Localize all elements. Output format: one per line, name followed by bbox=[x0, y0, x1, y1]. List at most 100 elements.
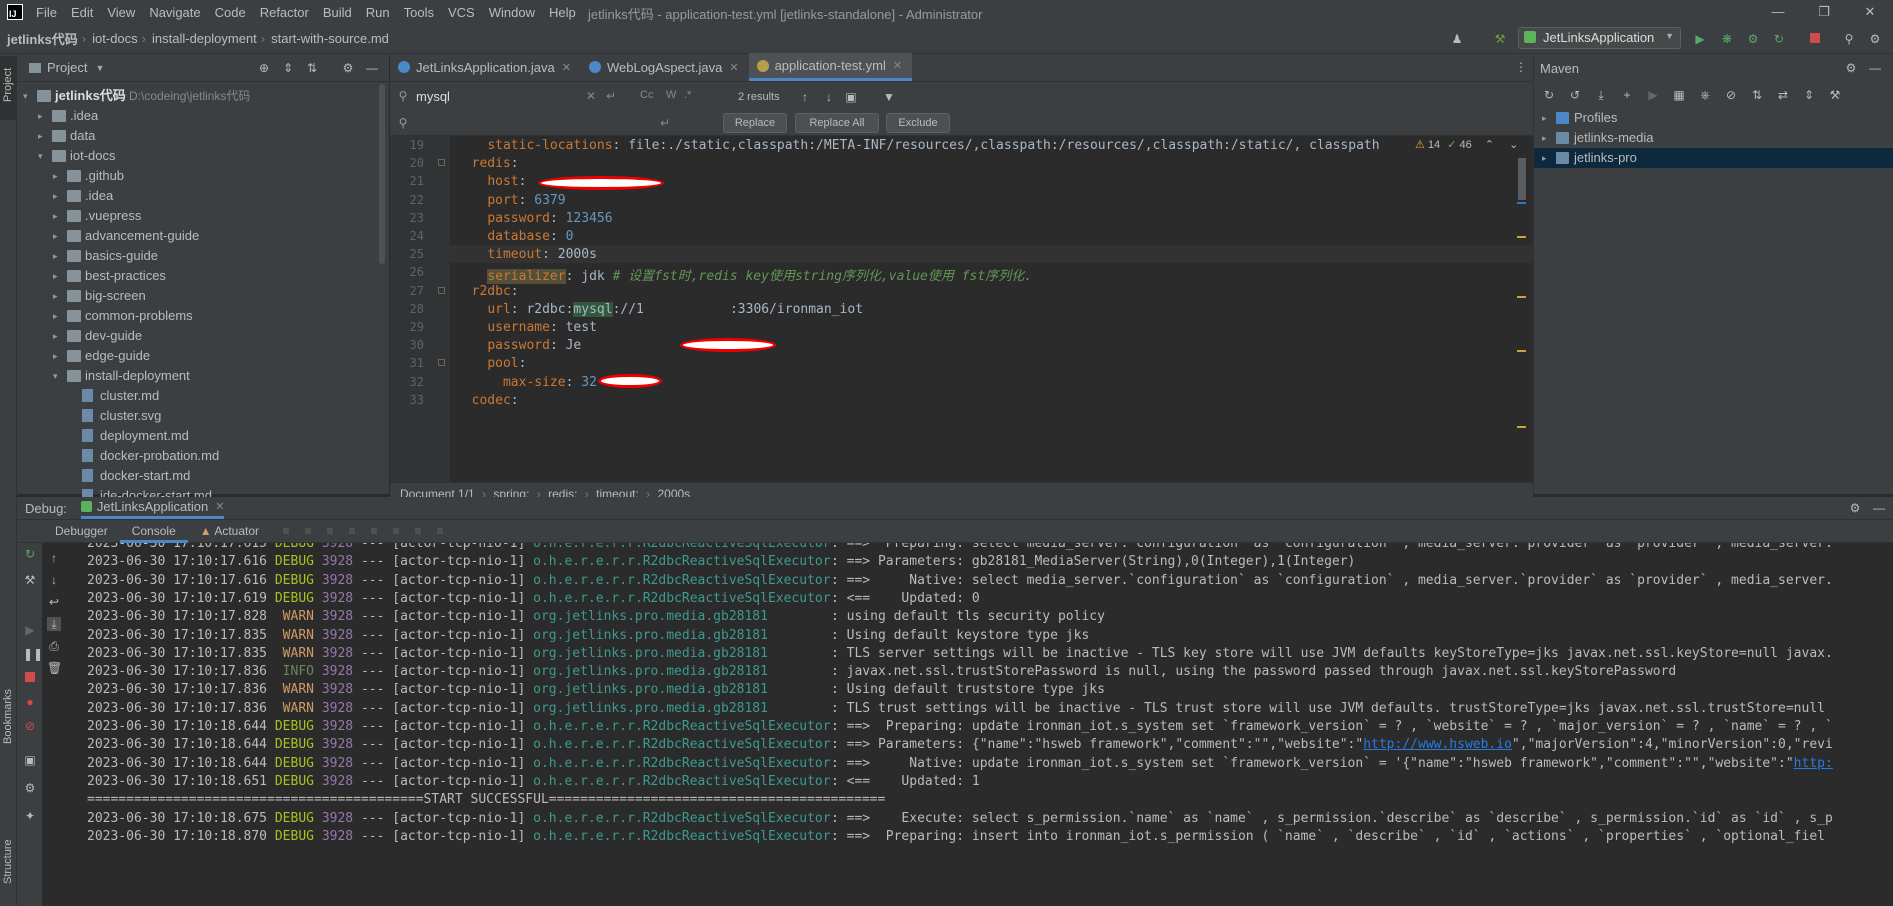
log-link[interactable]: http://www.hsweb.io bbox=[1363, 737, 1512, 752]
run-to-cursor-icon[interactable]: ≡ bbox=[389, 524, 403, 538]
log-logger[interactable]: o.h.e.r.e.r.r.R2dbcReactiveSqlExecutor bbox=[533, 809, 830, 829]
previous-occurrence-icon[interactable]: ↑ bbox=[798, 90, 812, 104]
words-toggle[interactable]: W bbox=[666, 89, 676, 101]
print-icon[interactable]: ⎙ bbox=[47, 639, 61, 653]
tree-item[interactable]: ▸ common-problems bbox=[17, 306, 389, 326]
execute-goal-icon[interactable]: ▦ bbox=[1672, 88, 1686, 102]
clear-search-icon[interactable]: ✕ bbox=[584, 89, 598, 103]
tree-item[interactable]: ▸ .idea bbox=[17, 106, 389, 126]
search-icon[interactable]: ⚲ bbox=[1842, 32, 1856, 46]
pin-icon[interactable]: ✦ bbox=[23, 809, 37, 823]
log-logger[interactable]: o.h.e.r.e.r.r.R2dbcReactiveSqlExecutor bbox=[533, 772, 830, 792]
menu-item-code[interactable]: Code bbox=[215, 5, 246, 20]
table-icon[interactable]: ≡ bbox=[433, 524, 447, 538]
chevron-right-icon[interactable]: ▸ bbox=[38, 106, 48, 126]
step-out-icon[interactable]: ≡ bbox=[367, 524, 381, 538]
fold-icon[interactable] bbox=[438, 286, 445, 294]
log-link[interactable]: http: bbox=[1794, 756, 1833, 771]
editor-tab[interactable]: WebLogAspect.java ✕ bbox=[581, 53, 749, 81]
maven-item[interactable]: ▸ Profiles bbox=[1534, 108, 1893, 128]
breadcrumb-item[interactable]: iot-docs bbox=[92, 31, 138, 46]
tree-item[interactable]: ▸ dev-guide bbox=[17, 326, 389, 346]
new-line-icon[interactable]: ↵ bbox=[604, 89, 618, 103]
debug-icon[interactable]: ❋ bbox=[1720, 32, 1734, 46]
trash-icon[interactable]: 🗑 bbox=[47, 661, 62, 675]
chevron-right-icon[interactable]: ▸ bbox=[53, 266, 63, 286]
menu-item-help[interactable]: Help bbox=[549, 5, 576, 20]
toggle-offline-icon[interactable]: ⎈ bbox=[1698, 88, 1712, 102]
project-tool-label[interactable]: Project bbox=[2, 68, 14, 102]
chevron-down-icon[interactable]: ⌄ bbox=[1509, 139, 1518, 151]
menu-item-run[interactable]: Run bbox=[366, 5, 390, 20]
menu-item-file[interactable]: File bbox=[36, 5, 57, 20]
regex-toggle[interactable]: .* bbox=[684, 89, 691, 101]
chevron-right-icon[interactable]: ▸ bbox=[53, 206, 63, 226]
tree-item[interactable]: ▸ .idea bbox=[17, 186, 389, 206]
chevron-right-icon[interactable]: ▸ bbox=[53, 346, 63, 366]
select-all-occurrences-icon[interactable]: ▣ bbox=[844, 90, 858, 104]
chevron-right-icon[interactable]: ▸ bbox=[53, 306, 63, 326]
evaluate-icon[interactable]: ≡ bbox=[411, 524, 425, 538]
close-icon[interactable]: ✕ bbox=[893, 59, 902, 72]
tree-item[interactable]: docker-start.md bbox=[17, 466, 389, 486]
collapse-icon[interactable]: ⇄ bbox=[1776, 88, 1790, 102]
camera-icon[interactable]: ▣ bbox=[23, 753, 37, 767]
debug-session-tab[interactable]: JetLinksApplication ✕ bbox=[80, 497, 225, 519]
gear-icon[interactable]: ⚙ bbox=[1848, 501, 1862, 515]
debug-tab[interactable]: Debugger bbox=[43, 519, 120, 543]
hide-panel-icon[interactable]: — bbox=[1872, 501, 1886, 515]
restore-icon[interactable]: ❐ bbox=[1801, 0, 1847, 24]
tree-item[interactable]: cluster.svg bbox=[17, 406, 389, 426]
chevron-down-icon[interactable]: ▾ bbox=[53, 366, 63, 386]
locate-icon[interactable]: ⊕ bbox=[257, 61, 271, 75]
log-logger[interactable]: org.jetlinks.pro.media.gb28181 bbox=[533, 644, 823, 664]
next-occurrence-icon[interactable]: ↓ bbox=[822, 90, 836, 104]
tree-item[interactable]: ▸ best-practices bbox=[17, 266, 389, 286]
wrench-icon[interactable]: ⚒ bbox=[1828, 88, 1842, 102]
chevron-down-icon[interactable]: ▾ bbox=[38, 146, 48, 166]
bookmarks-tool-label[interactable]: Bookmarks bbox=[2, 689, 14, 744]
force-step-into-icon[interactable]: ≡ bbox=[345, 524, 359, 538]
step-into-icon[interactable]: ≡ bbox=[323, 524, 337, 538]
tree-item[interactable]: ▾ install-deployment bbox=[17, 366, 389, 386]
filter-icon[interactable]: ▼ bbox=[882, 90, 896, 104]
replace-button[interactable]: Replace bbox=[723, 113, 787, 133]
tree-item[interactable]: ▸ data bbox=[17, 126, 389, 146]
chevron-right-icon[interactable]: ▸ bbox=[53, 246, 63, 266]
add-icon[interactable]: + bbox=[1620, 88, 1634, 102]
log-logger[interactable]: org.jetlinks.pro.media.gb28181 bbox=[533, 626, 823, 646]
download-icon[interactable]: ⤓ bbox=[1594, 88, 1608, 102]
tree-item[interactable]: ▸ .github bbox=[17, 166, 389, 186]
code-view[interactable]: 19 static-locations: file:./static,class… bbox=[390, 136, 1533, 482]
scroll-to-end-icon[interactable]: ⤓ bbox=[47, 617, 61, 631]
list-icon[interactable]: ≡ bbox=[279, 524, 293, 538]
log-logger[interactable]: org.jetlinks.pro.media.gb28181 bbox=[533, 680, 823, 700]
tree-item[interactable]: ▸ basics-guide bbox=[17, 246, 389, 266]
close-icon[interactable]: ✕ bbox=[562, 61, 571, 74]
gear-icon[interactable]: ⚙ bbox=[341, 61, 355, 75]
tree-root[interactable]: ▾ jetlinks代码 D:\codeing\jetlinks代码 bbox=[17, 86, 389, 106]
editor-tab[interactable]: JetLinksApplication.java ✕ bbox=[390, 53, 581, 81]
chevron-right-icon[interactable]: ▸ bbox=[53, 226, 63, 246]
fold-icon[interactable] bbox=[438, 159, 445, 167]
stop-icon[interactable] bbox=[1808, 32, 1822, 46]
tree-item[interactable]: ▸ edge-guide bbox=[17, 346, 389, 366]
chevron-right-icon[interactable]: ▸ bbox=[1542, 108, 1547, 128]
tree-scrollbar[interactable] bbox=[379, 84, 385, 264]
down-icon[interactable]: ↓ bbox=[47, 573, 61, 587]
exclude-button[interactable]: Exclude bbox=[886, 113, 950, 133]
hide-panel-icon[interactable]: — bbox=[1868, 61, 1882, 75]
close-icon[interactable]: ✕ bbox=[215, 500, 224, 513]
editor-tab[interactable]: application-test.yml ✕ bbox=[748, 53, 913, 81]
hide-panel-icon[interactable]: — bbox=[365, 61, 379, 75]
fold-icon[interactable] bbox=[438, 359, 445, 367]
skip-tests-icon[interactable]: ⊘ bbox=[1724, 88, 1738, 102]
expand-all-icon[interactable]: ⇕ bbox=[281, 61, 295, 75]
console-output[interactable]: 2023-06-30 17:10:17.615 DEBUG 3928 --- [… bbox=[75, 543, 1893, 906]
find-input[interactable]: mysql bbox=[416, 89, 576, 109]
debug-tab[interactable]: ▲ Actuator bbox=[188, 519, 271, 543]
breadcrumb-item[interactable]: start-with-source.md bbox=[271, 31, 389, 46]
close-icon[interactable]: ✕ bbox=[729, 61, 738, 74]
breadcrumb-item[interactable]: install-deployment bbox=[152, 31, 257, 46]
more-tabs-icon[interactable]: ⋮ bbox=[1514, 60, 1528, 74]
